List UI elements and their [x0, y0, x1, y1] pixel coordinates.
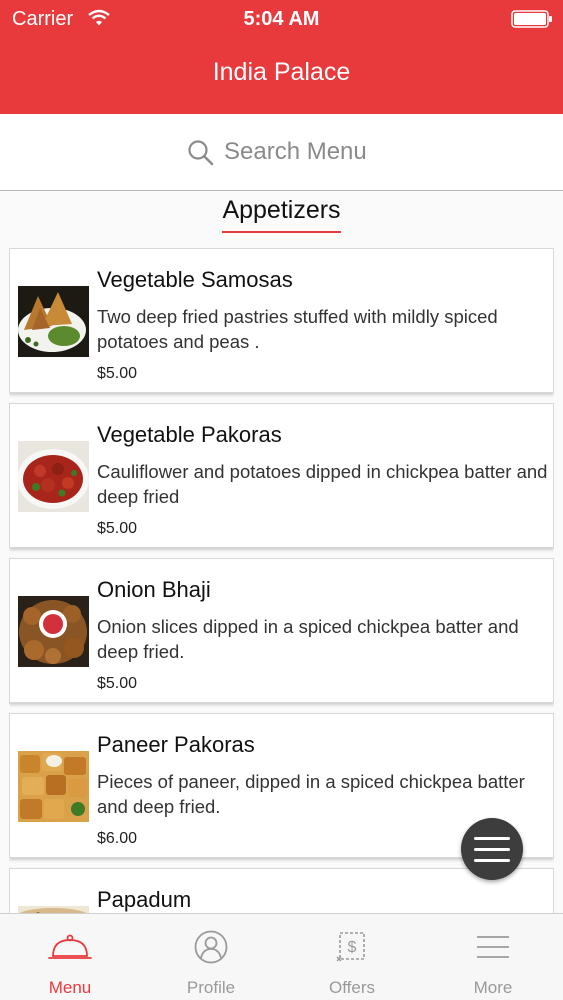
more-icon [477, 936, 509, 958]
offers-icon: $ [336, 932, 365, 962]
tab-label: Menu [48, 978, 92, 997]
tab-label: More [473, 978, 513, 997]
search-bar [0, 114, 563, 191]
item-name: Vegetable Samosas [97, 267, 293, 292]
item-description: Pieces of paneer, dipped in a spiced chi… [97, 771, 525, 817]
item-photo [18, 596, 89, 667]
item-description: Cauliflower and potatoes dipped in chick… [97, 461, 548, 507]
battery-icon [511, 10, 552, 28]
item-name: Vegetable Pakoras [97, 422, 282, 447]
hamburger-icon [474, 837, 510, 840]
menu-list[interactable]: Vegetable Samosas Two deep fried pastrie… [9, 248, 554, 913]
item-photo [18, 906, 89, 913]
app-title: India Palace [212, 58, 351, 86]
status-bar: Carrier 5:04 AM [0, 0, 563, 40]
item-photo [18, 441, 89, 512]
menu-item-card[interactable]: Onion Bhaji Onion slices dipped in a spi… [9, 558, 554, 703]
item-description: Onion slices dipped in a spiced chickpea… [97, 616, 519, 662]
tab-offers[interactable]: $ Offers [282, 914, 422, 1000]
status-time: 5:04 AM [243, 8, 320, 30]
item-price: $5.00 [97, 675, 138, 692]
item-name: Paneer Pakoras [97, 732, 255, 757]
search-input[interactable] [224, 134, 464, 170]
item-description: Two deep fried pastries stuffed with mil… [97, 306, 498, 352]
tab-profile[interactable]: Profile [141, 914, 281, 1000]
tab-menu[interactable]: Menu [0, 914, 140, 1000]
tab-label: Offers [329, 978, 375, 997]
hamburger-icon-line [474, 859, 510, 862]
section-title-appetizers: Appetizers [222, 196, 341, 233]
profile-icon [194, 930, 228, 964]
floating-menu-button[interactable] [461, 818, 523, 880]
app-screen: Carrier 5:04 AM India Palace Appetizers [0, 0, 563, 1000]
app-header: Carrier 5:04 AM India Palace [0, 0, 563, 114]
item-name: Papadum [97, 887, 192, 912]
item-price: $5.00 [97, 365, 138, 382]
item-price: $5.00 [97, 520, 138, 537]
item-photo [18, 751, 89, 822]
svg-text:$: $ [348, 939, 357, 956]
cloche-icon [48, 934, 92, 959]
item-photo [18, 286, 89, 357]
tab-label: Profile [186, 978, 236, 997]
menu-item-card[interactable]: Vegetable Pakoras Cauliflower and potato… [9, 403, 554, 548]
hamburger-icon-line [474, 848, 510, 851]
menu-item-card[interactable]: Vegetable Samosas Two deep fried pastrie… [9, 248, 554, 393]
item-price: $6.00 [97, 830, 138, 847]
search-icon [188, 140, 214, 166]
section-heading: Appetizers [0, 196, 563, 233]
menu-item-card[interactable]: Papadum [9, 868, 554, 913]
tab-more[interactable]: More [423, 914, 563, 1000]
tab-bar: Menu Profile $ Offers More [0, 913, 563, 1000]
item-name: Onion Bhaji [97, 577, 211, 602]
